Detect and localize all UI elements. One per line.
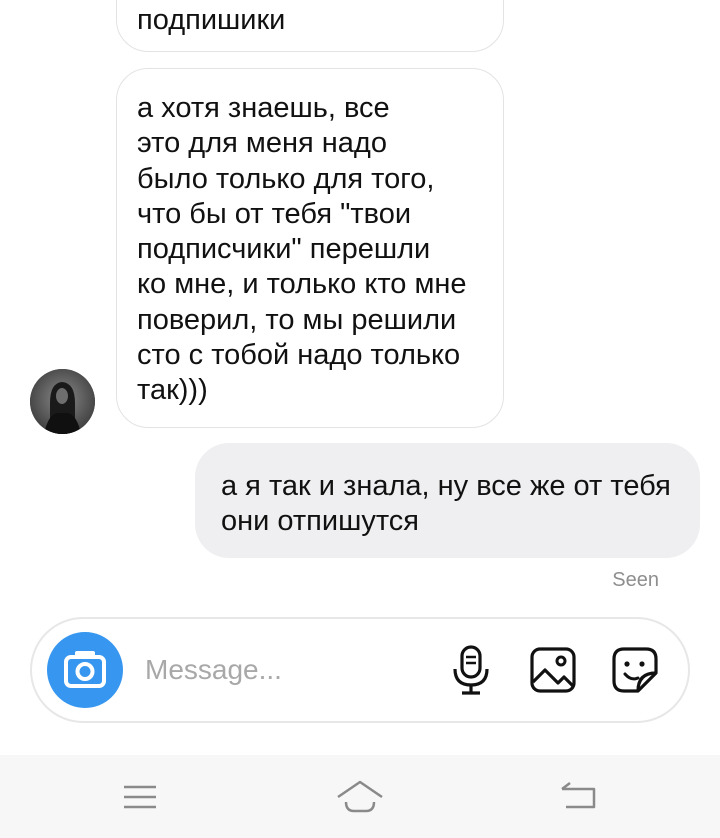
message-composer [30, 617, 690, 723]
system-navigation-bar [0, 755, 720, 838]
home-button[interactable] [332, 775, 388, 819]
microphone-button[interactable] [446, 645, 496, 695]
outgoing-message-bubble[interactable]: а я так и знала, ну все же от тебя они о… [195, 443, 700, 558]
camera-icon [64, 651, 106, 688]
back-icon [561, 782, 596, 809]
seen-status: Seen [612, 569, 659, 591]
avatar[interactable] [30, 369, 95, 434]
camera-button[interactable] [47, 632, 123, 708]
message-input[interactable] [145, 650, 415, 690]
sticker-button[interactable] [610, 645, 660, 695]
incoming-message-bubble[interactable]: подпишики [116, 0, 504, 52]
gallery-button[interactable] [528, 645, 578, 695]
sticker-icon [612, 647, 658, 693]
incoming-message-bubble[interactable]: а хотя знаешь, все это для меня надо был… [116, 68, 504, 428]
back-button[interactable] [552, 775, 608, 819]
menu-icon [124, 785, 156, 809]
menu-button[interactable] [112, 775, 168, 819]
image-icon [530, 647, 576, 693]
home-icon [337, 780, 383, 813]
microphone-icon [453, 645, 489, 695]
